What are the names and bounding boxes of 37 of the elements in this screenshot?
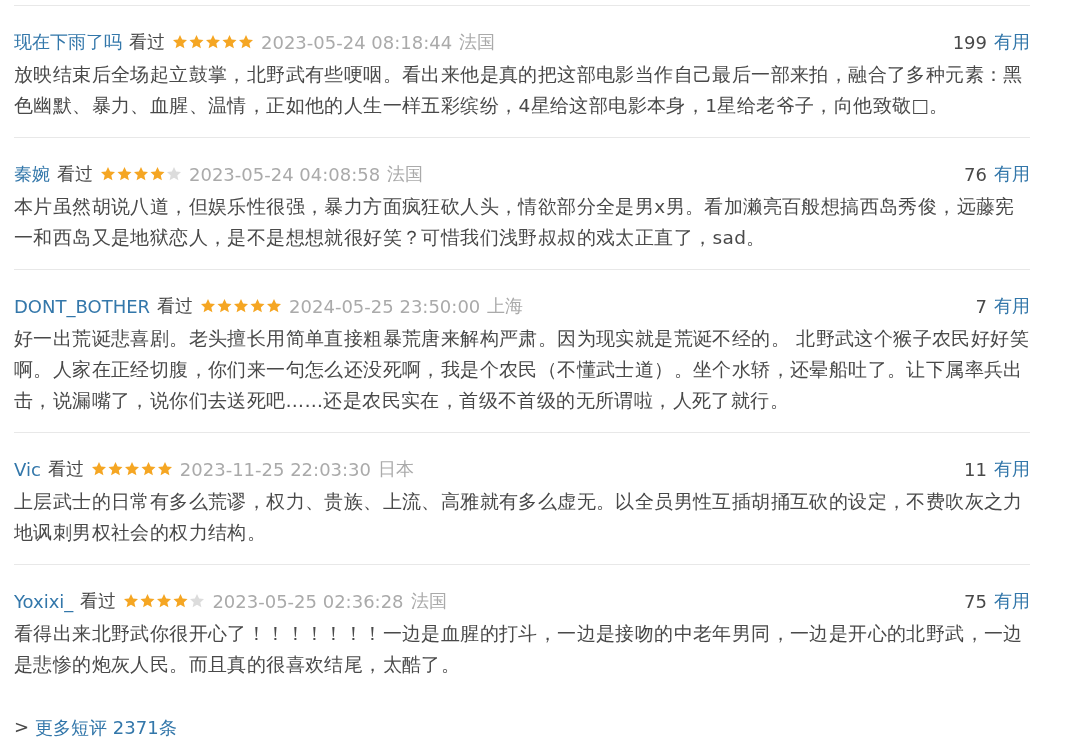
review-location: 法国 xyxy=(387,162,424,186)
vote-count: 75 xyxy=(964,590,987,612)
username-link[interactable]: Yoxixi_ xyxy=(14,590,74,612)
useful-link[interactable]: 有用 xyxy=(994,30,1030,54)
review-time: 2023-05-24 08:18:44 xyxy=(261,31,453,53)
vote-count: 7 xyxy=(975,295,987,317)
review-location: 法国 xyxy=(459,30,496,54)
review-time: 2023-05-24 04:08:58 xyxy=(189,163,381,185)
review-location: 日本 xyxy=(378,457,414,481)
review-text: 看得出来北野武你很开心了！！！！！！！一边是血腥的打斗，一边是接吻的中老年男同，一边是开心的北野武，一边是悲惨的炮灰人民。而且真的很喜欢结尾，太酷了。 xyxy=(14,622,1024,677)
review-location: 上海 xyxy=(487,294,524,318)
review-text: 本片虽然胡说八道，但娱乐性很强，暴力方面疯狂砍人头，情欲部分全是男x男。看加濑亮百般想搞西岛秀俊，远藤宪一和西岛又是地狱恋人，是不是想想就很好笑？可惜我们浅野叔叔的戏太正直了，sad。 xyxy=(14,195,1016,250)
more-reviews-link[interactable]: 更多短评 2371条 xyxy=(35,716,177,740)
watch-status: 看过 xyxy=(129,30,165,54)
username-link[interactable]: 现在下雨了吗 xyxy=(14,30,122,54)
watch-status: 看过 xyxy=(80,589,117,613)
review-time: 2023-11-25 22:03:30 xyxy=(179,458,371,480)
useful-link[interactable]: 有用 xyxy=(994,162,1030,186)
vote-count: 11 xyxy=(964,458,987,480)
review-time: 2024-05-25 23:50:00 xyxy=(289,295,481,317)
review-location: 法国 xyxy=(410,589,447,613)
useful-link[interactable]: 有用 xyxy=(994,294,1030,318)
watch-status: 看过 xyxy=(157,294,194,318)
vote-count: 199 xyxy=(952,31,987,53)
review-time: 2023-05-25 02:36:28 xyxy=(212,590,404,612)
username-link[interactable]: DONT_BOTHER xyxy=(14,295,151,317)
watch-status: 看过 xyxy=(47,457,84,481)
useful-link[interactable]: 有用 xyxy=(994,589,1030,613)
username-link[interactable]: 秦婉 xyxy=(14,162,50,186)
review-text: 放映结束后全场起立鼓掌，北野武有些哽咽。看出来他是真的把这部电影当作自己最后一部来拍，融合了多种元素：黑色幽默、暴力、血腥、温情，正如他的人生一样五彩缤纷，4星给这部电影本身，1星给老爷子，向他致敬□。 xyxy=(14,63,1024,118)
review-text: 上层武士的日常有多么荒谬，权力、贵族、上流、高雅就有多么虚无。以全员男性互插胡捅互砍的设定，不费吹灰之力地讽刺男权社会的权力结构。 xyxy=(14,490,1024,545)
more-arrow: > xyxy=(14,716,30,739)
useful-link[interactable]: 有用 xyxy=(994,457,1030,481)
review-text: 好一出荒诞悲喜剧。老头擅长用简单直接粗暴荒唐来解构严肃。因为现实就是荒诞不经的。 北野武这个猴子农民好好笑啊。人家在正经切腹，你们来一句怎么还没死啊，我是个农民（不懂武士道）。坐个水轿，还晕船吐了。让下属率兵出击，说漏嘴了，说你们去送死吧……还是农民实在，首级不首级的无所谓啦，人死了就行。 xyxy=(14,327,1030,413)
username-link[interactable]: Vic xyxy=(14,458,41,480)
vote-count: 76 xyxy=(964,163,987,185)
watch-status: 看过 xyxy=(57,162,93,186)
